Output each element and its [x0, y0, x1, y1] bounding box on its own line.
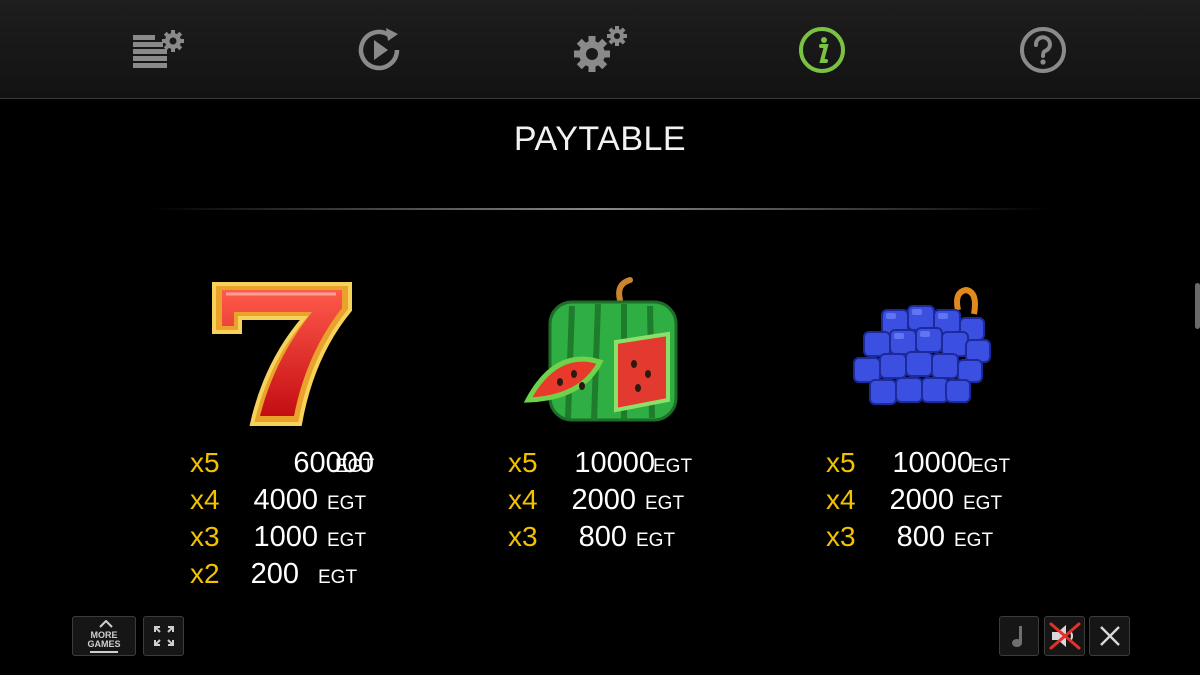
payout-row: x4 2000 EGT [508, 484, 728, 521]
payout-amount: 2000 [889, 484, 954, 516]
watermelon-symbol [520, 270, 690, 440]
payout-unit: EGT [327, 530, 367, 551]
multiplier: x2 [190, 558, 220, 589]
payout-amount: 10000 [574, 447, 655, 479]
history-settings-icon [133, 30, 184, 68]
payout-amount: 1000 [253, 521, 318, 553]
payout-row: x5 60000 EGT [190, 447, 410, 484]
settings-button[interactable] [570, 22, 630, 78]
payout-amount: 200 [250, 558, 299, 590]
music-button[interactable] [999, 616, 1039, 656]
grapes-symbol [842, 270, 1012, 440]
payout-amount: 2000 [571, 484, 636, 516]
grapes-payout-list: x5 10000 EGT x4 2000 EGT x3 800 EGT [826, 447, 1046, 558]
watermelon-payout-list: x5 10000 EGT x4 2000 EGT x3 800 EGT [508, 447, 728, 558]
help-button[interactable] [1013, 22, 1073, 78]
payout-row: x3 800 EGT [826, 521, 1046, 558]
info-icon [799, 27, 845, 73]
payout-row: x4 4000 EGT [190, 484, 410, 521]
underline-bar [90, 650, 118, 653]
fullscreen-icon [153, 626, 174, 646]
payout-row: x5 10000 EGT [508, 447, 728, 484]
multiplier: x5 [190, 447, 220, 478]
payout-row: x3 1000 EGT [190, 521, 410, 558]
info-button[interactable] [792, 22, 852, 78]
payout-row: x5 10000 EGT [826, 447, 1046, 484]
payout-unit: EGT [335, 456, 375, 477]
music-icon [1012, 626, 1022, 647]
help-icon [1020, 27, 1066, 73]
more-games-button[interactable]: MORE GAMES [72, 616, 136, 656]
multiplier: x5 [508, 447, 538, 478]
home-icon [99, 619, 113, 630]
multiplier: x3 [508, 521, 538, 552]
multiplier: x3 [826, 521, 856, 552]
payout-amount: 4000 [253, 484, 318, 516]
payout-amount: 800 [896, 521, 945, 553]
payout-row: x2 200 EGT [190, 558, 410, 595]
payout-unit: EGT [963, 493, 1003, 514]
payout-row: x4 2000 EGT [826, 484, 1046, 521]
autoplay-button[interactable] [349, 22, 409, 78]
multiplier: x5 [826, 447, 856, 478]
seven-payout-list: x5 60000 EGT x4 4000 EGT x3 1000 EGT x2 … [190, 447, 410, 595]
close-button[interactable] [1089, 616, 1130, 656]
multiplier: x4 [508, 484, 538, 515]
sound-toggle-button[interactable] [1044, 616, 1085, 656]
autoplay-icon [358, 28, 400, 71]
top-toolbar [0, 0, 1200, 99]
seven-symbol [200, 270, 370, 440]
payout-amount: 800 [578, 521, 627, 553]
multiplier: x4 [190, 484, 220, 515]
payout-unit: EGT [653, 456, 693, 477]
title-divider [150, 208, 1050, 210]
payout-unit: EGT [318, 567, 358, 588]
settings-icon [574, 26, 627, 72]
payout-unit: EGT [636, 530, 676, 551]
payout-unit: EGT [327, 493, 367, 514]
payout-unit: EGT [971, 456, 1011, 477]
payout-amount: 10000 [892, 447, 973, 479]
multiplier: x4 [826, 484, 856, 515]
payout-row: x3 800 EGT [508, 521, 728, 558]
page-title: PAYTABLE [513, 120, 687, 158]
payout-unit: EGT [954, 530, 994, 551]
close-icon [1099, 626, 1120, 646]
history-settings-button[interactable] [128, 22, 188, 78]
sound-muted-icon [1049, 622, 1080, 650]
more-games-label-line2: GAMES [87, 638, 121, 649]
payout-unit: EGT [645, 493, 685, 514]
fullscreen-button[interactable] [143, 616, 184, 656]
scrollbar-thumb[interactable] [1195, 283, 1200, 329]
multiplier: x3 [190, 521, 220, 552]
